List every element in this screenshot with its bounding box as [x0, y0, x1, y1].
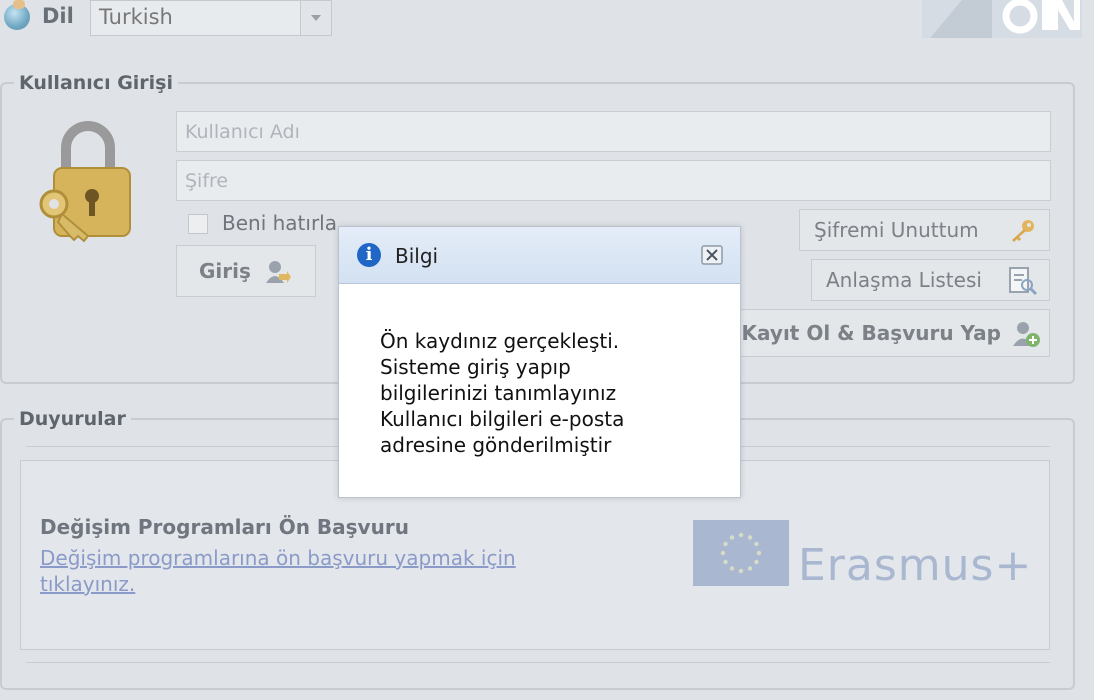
- forgot-password-button[interactable]: Şifremi Unuttum: [799, 209, 1050, 251]
- eu-flag-icon: [693, 520, 789, 586]
- lock-key-icon: [39, 121, 131, 243]
- logo: [922, 0, 1082, 38]
- chevron-down-icon[interactable]: [300, 1, 331, 35]
- remember-label[interactable]: Beni hatırla: [222, 211, 337, 235]
- key-icon: [1012, 220, 1034, 242]
- register-apply-button[interactable]: Kayıt Ol & Başvuru Yap: [716, 309, 1050, 357]
- announcements-legend: Duyurular: [19, 408, 126, 430]
- divider: [26, 662, 1050, 663]
- dialog-line: adresine gönderilmiştir: [380, 433, 612, 457]
- forgot-password-label: Şifremi Unuttum: [814, 218, 979, 242]
- dialog-header: i Bilgi: [339, 227, 740, 284]
- dialog-line: bilgilerinizi tanımlayınız: [380, 381, 617, 405]
- login-legend: Kullanıcı Girişi: [19, 72, 174, 94]
- dialog-line: Kullanıcı bilgileri e-posta: [380, 407, 625, 431]
- remember-checkbox[interactable]: [188, 214, 208, 234]
- dialog-line: Sisteme giriş yapıp: [380, 355, 571, 379]
- password-field[interactable]: [176, 160, 1051, 201]
- info-dialog: i Bilgi Ön kaydınız gerçekleşti. Sisteme…: [338, 226, 741, 498]
- top-bar: Dil Turkish: [0, 0, 1094, 46]
- announcement-title: Değişim Programları Ön Başvuru: [40, 515, 409, 539]
- login-button[interactable]: Giriş: [176, 245, 316, 297]
- language-label: Dil: [42, 4, 74, 28]
- register-apply-label: Kayıt Ol & Başvuru Yap: [741, 321, 1001, 345]
- dialog-line: Ön kaydınız gerçekleşti.: [380, 329, 620, 353]
- dialog-title: Bilgi: [395, 244, 439, 268]
- globe-icon: [4, 0, 30, 30]
- language-select[interactable]: Turkish: [90, 0, 332, 36]
- add-user-icon: [1013, 322, 1040, 347]
- login-button-label: Giriş: [199, 259, 251, 283]
- language-value: Turkish: [99, 5, 173, 29]
- info-icon: i: [357, 243, 381, 267]
- announcement-link[interactable]: Değişim programlarına ön başvuru yapmak …: [40, 545, 600, 597]
- agreement-list-button[interactable]: Anlaşma Listesi: [811, 259, 1050, 301]
- password-input[interactable]: [177, 161, 1050, 200]
- user-arrow-icon: [266, 261, 291, 283]
- agreement-list-label: Anlaşma Listesi: [826, 268, 982, 292]
- username-field[interactable]: [176, 111, 1051, 152]
- username-input[interactable]: [177, 112, 1050, 151]
- dialog-message: Ön kaydınız gerçekleşti. Sisteme giriş y…: [380, 328, 624, 458]
- document-search-icon: [1009, 267, 1038, 295]
- erasmus-logo-text: Erasmus+: [798, 540, 1033, 591]
- close-icon[interactable]: [701, 245, 723, 265]
